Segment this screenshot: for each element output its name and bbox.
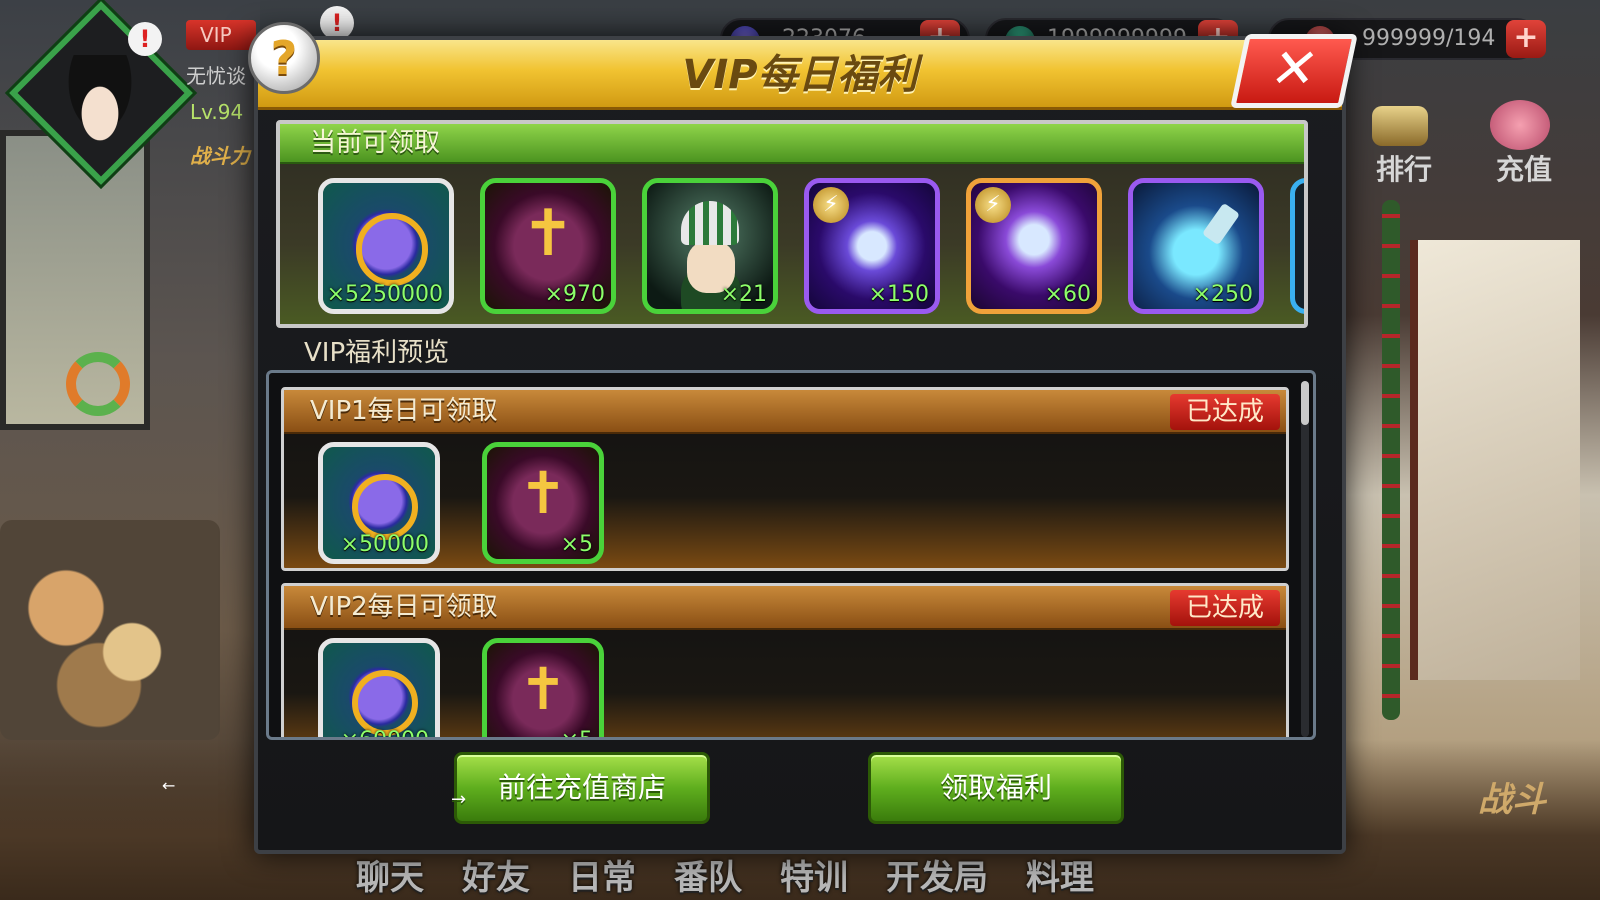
ranking-button-label[interactable]: 排行 [1376, 148, 1432, 188]
item-quantity: ×250 [1192, 282, 1253, 307]
nav-development[interactable]: 开发局 [886, 850, 988, 900]
reward-item[interactable]: ×970 [480, 178, 616, 314]
background-vine [1382, 200, 1400, 720]
nav-squad[interactable]: 番队 [674, 850, 742, 900]
stamina-value: 999999/194 [1362, 26, 1496, 51]
close-button[interactable]: ✕ [1230, 34, 1358, 108]
item-quantity: ×970 [544, 282, 605, 307]
current-item-row: ×5250000 ×970 ×21 ⚡ ×150 ⚡ ×60 [318, 178, 1304, 314]
reward-item-partial[interactable] [1290, 178, 1304, 314]
item-quantity: ×21 [720, 282, 767, 307]
close-icon: ✕ [1265, 37, 1324, 100]
current-claimable-header: 当前可领取 [280, 124, 1304, 164]
reward-item[interactable]: ×5250000 [318, 178, 454, 314]
reward-item[interactable]: ×21 [642, 178, 778, 314]
reward-item[interactable]: ×250 [1128, 178, 1264, 314]
tier-title: VIP1每日可领取 [284, 390, 1286, 434]
vip-alert-icon: ! [320, 6, 354, 40]
item-quantity: ×60 [1044, 282, 1091, 307]
current-claimable-section: 当前可领取 ×5250000 ×970 ×21 ⚡ ×150 ⚡ [276, 120, 1308, 328]
nav-training[interactable]: 特训 [780, 850, 848, 900]
nav-friends[interactable]: 好友 [462, 850, 530, 900]
arrow-right-icon: → [451, 789, 467, 810]
reward-item[interactable]: ×50000 [318, 442, 440, 564]
item-quantity: ×60000 [341, 728, 429, 737]
back-arrow-icon[interactable]: ← [162, 776, 175, 795]
go-to-shop-label: 前往充值商店 [497, 771, 666, 804]
item-quantity: ×150 [868, 282, 929, 307]
combat-power-label: 战斗力 [190, 144, 250, 168]
lightning-bolt-icon: ⚡ [813, 187, 849, 223]
avatar-alert-icon: ! [128, 22, 162, 56]
claim-rewards-button[interactable]: 领取福利 [868, 752, 1124, 824]
reward-item[interactable]: ⚡ ×150 [804, 178, 940, 314]
tier-title: VIP2每日可领取 [284, 586, 1286, 630]
nav-daily[interactable]: 日常 [568, 850, 636, 900]
avatar[interactable] [60, 55, 140, 145]
status-badge: 已达成 [1170, 590, 1280, 626]
item-quantity: ×5 [561, 728, 593, 737]
reward-item[interactable]: ⚡ ×60 [966, 178, 1102, 314]
reward-item[interactable]: ×5 [482, 638, 604, 737]
player-level: Lv.94 [190, 100, 244, 124]
battle-button[interactable]: 战斗 [1478, 772, 1546, 821]
ranking-icon[interactable] [1372, 106, 1428, 146]
help-button[interactable]: ? [248, 22, 320, 94]
tier-items: ×60000 ×5 [318, 638, 604, 737]
item-quantity: ×5250000 [326, 282, 443, 307]
background-flowers [0, 520, 220, 740]
modal-title: VIP每日福利 [682, 52, 918, 98]
piggy-bank-icon[interactable] [1490, 100, 1550, 150]
player-name: 无忧谈 [186, 64, 246, 88]
recharge-button-label[interactable]: 充值 [1496, 148, 1552, 188]
vip-badge[interactable]: VIP [186, 20, 256, 50]
vip-daily-modal: VIP每日福利 ? ✕ 当前可领取 ×5250000 ×970 ×21 ⚡ ×1… [248, 22, 1358, 854]
refresh-icon[interactable] [66, 352, 130, 416]
nav-cooking[interactable]: 料理 [1026, 850, 1094, 900]
claim-rewards-label: 领取福利 [939, 771, 1052, 804]
status-badge: 已达成 [1170, 394, 1280, 430]
bottom-nav: 聊天 好友 日常 番队 特训 开发局 料理 [356, 850, 1236, 900]
preview-label: VIP福利预览 [304, 338, 450, 368]
vip-tier-card: VIP1每日可领取 已达成 ×50000 ×5 [281, 387, 1289, 571]
vip-preview-list[interactable]: VIP1每日可领取 已达成 ×50000 ×5 VIP2每日可领取 已达成 ×6… [266, 370, 1316, 740]
scrollbar-thumb[interactable] [1301, 381, 1309, 425]
vip-tier-card: VIP2每日可领取 已达成 ×60000 ×5 [281, 583, 1289, 737]
scrollbar[interactable] [1301, 381, 1309, 737]
stamina-add-button[interactable]: + [1506, 20, 1546, 58]
item-quantity: ×5 [560, 532, 593, 557]
nav-chat[interactable]: 聊天 [356, 850, 424, 900]
spirit-orb-icon [323, 643, 435, 737]
go-to-shop-button[interactable]: → 前往充值商店 [451, 752, 710, 824]
tier-items: ×50000 ×5 [318, 442, 604, 564]
reward-item[interactable]: ×5 [482, 442, 604, 564]
item-quantity: ×50000 [340, 532, 429, 557]
background-curtain [1410, 240, 1580, 680]
skill-book-icon [487, 643, 599, 737]
lightning-bolt-icon: ⚡ [975, 187, 1011, 223]
reward-item[interactable]: ×60000 [318, 638, 440, 737]
